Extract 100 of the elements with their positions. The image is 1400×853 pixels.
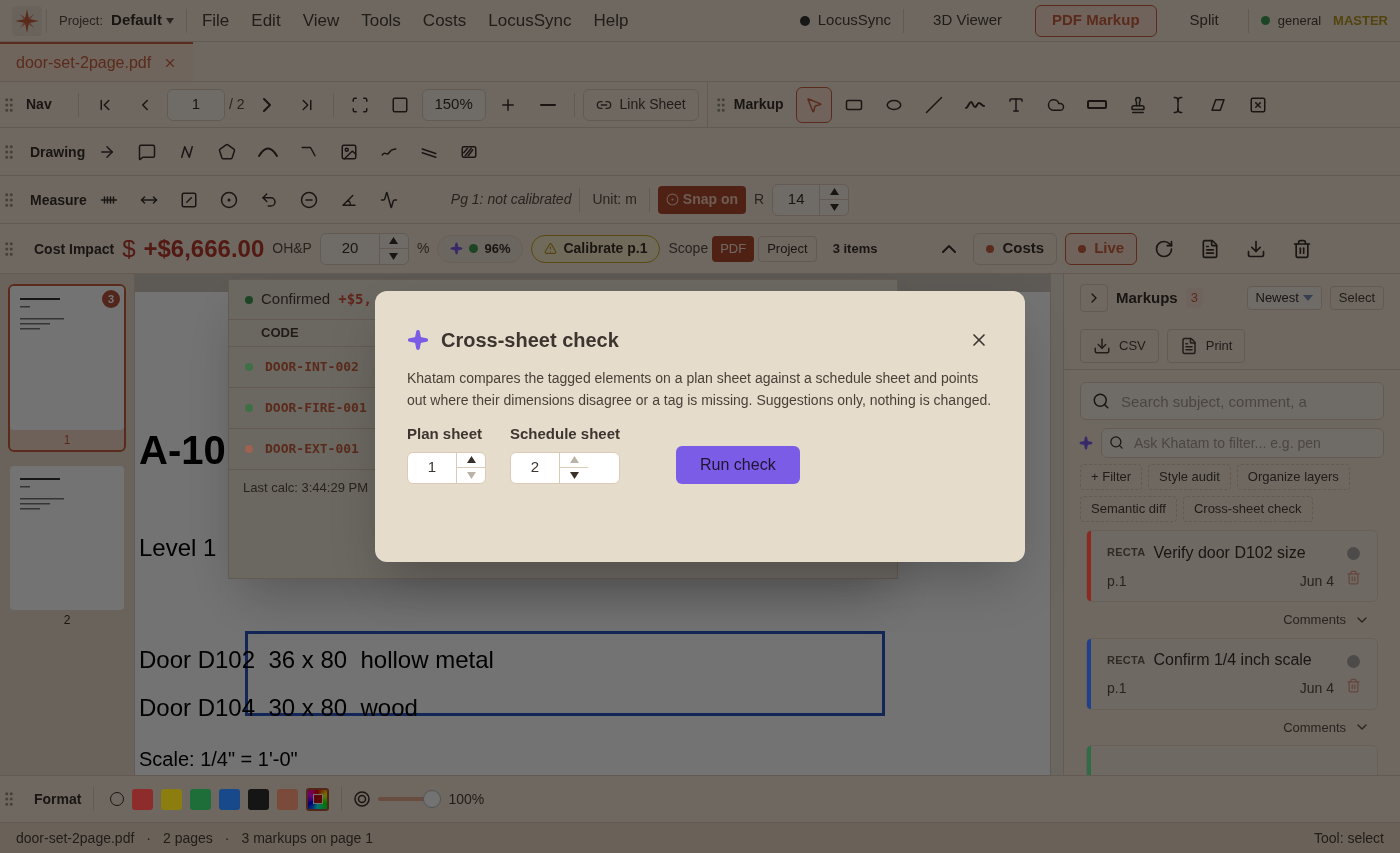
sync-status[interactable]: LocusSync: [791, 4, 900, 37]
menu-item[interactable]: Edit: [240, 4, 292, 37]
action-chip[interactable]: Organize layers: [1236, 464, 1350, 490]
menu-item[interactable]: Costs: [411, 4, 478, 37]
color-swatch[interactable]: [161, 788, 183, 810]
custom-color-swatch[interactable]: [306, 787, 330, 811]
menu-item[interactable]: LocusSync: [477, 4, 583, 37]
page-thumbnail-card[interactable]: 3 1: [8, 284, 126, 452]
document-icon: [1200, 238, 1221, 259]
separator: ·: [224, 828, 230, 848]
color-swatch[interactable]: [219, 788, 241, 810]
markup-card[interactable]: RECTA Confirm 1/4 inch scale p.1 Jun 4: [1086, 637, 1378, 710]
opacity-slider[interactable]: [378, 790, 441, 808]
status-text: 2 pages: [163, 828, 213, 848]
slider-thumb[interactable]: [423, 790, 442, 808]
toolbar-label: Cost Impact: [34, 240, 115, 257]
snap-toggle[interactable]: Snap on: [657, 185, 747, 214]
item-code: DOOR-INT-002: [265, 358, 359, 377]
item-code: DOOR-EXT-001: [265, 440, 359, 459]
download-icon: [1246, 238, 1267, 259]
field-label: Schedule sheet: [510, 424, 621, 444]
radius-label: R: [753, 190, 766, 209]
color-swatch[interactable]: [277, 788, 299, 810]
down-arrow-icon: [829, 203, 839, 211]
toolbar-label: Markup: [733, 95, 785, 114]
opacity-icon: [354, 791, 371, 807]
menu-item[interactable]: Help: [582, 4, 640, 37]
stamp-icon: [1128, 95, 1147, 114]
color-swatch[interactable]: [132, 788, 154, 810]
select-button[interactable]: Select: [1329, 286, 1384, 310]
trash-icon: [1292, 238, 1313, 259]
squiggle-icon: [964, 99, 985, 110]
minus-icon: [539, 102, 556, 107]
zoom-field[interactable]: 150%: [421, 88, 486, 121]
link-sheet-button[interactable]: Link Sheet: [582, 88, 699, 121]
separator: ·: [146, 828, 151, 848]
action-chip[interactable]: Cross-sheet check: [1182, 496, 1313, 522]
scope-tab[interactable]: Project: [758, 235, 817, 262]
snap-icon: [665, 193, 679, 206]
unit-label: Unit: m: [591, 190, 638, 209]
markup-title: Confirm 1/4 inch scale: [1153, 650, 1312, 670]
arc-icon: [258, 146, 279, 157]
column-header: CODE: [261, 324, 299, 343]
menu-item[interactable]: File: [190, 4, 241, 37]
dialog-description: Khatam compares the tagged elements on a plan sheet against a schedule sheet and points out where their dimensions disagree or a tag is missing. Suggestions only, nothing is changed.: [407, 369, 993, 410]
view-tab[interactable]: Split: [1172, 4, 1236, 37]
page-total: / 2: [229, 95, 245, 114]
view-tab[interactable]: 3D Viewer: [916, 4, 1020, 37]
toolbar-label: Measure: [30, 191, 87, 208]
expand-button[interactable]: [1080, 284, 1108, 312]
print-button[interactable]: Print: [1166, 328, 1246, 363]
crossed-box-icon: [1248, 95, 1267, 114]
sheet-spinner[interactable]: 1: [407, 451, 486, 484]
pointer-icon: [804, 95, 823, 114]
fit-page-icon: [350, 95, 369, 114]
sheet-spinner[interactable]: 2: [510, 451, 621, 484]
down-arrow-icon: [569, 471, 579, 479]
run-check-button[interactable]: Run check: [676, 445, 800, 484]
action-chip[interactable]: + Filter: [1080, 464, 1143, 490]
menu-item[interactable]: View: [291, 4, 351, 37]
trash-icon[interactable]: [1346, 677, 1361, 693]
down-arrow-icon: [466, 471, 476, 479]
project-selector[interactable]: Project: Default: [51, 4, 182, 37]
comments-toggle[interactable]: Comments: [1283, 717, 1370, 737]
comments-toggle[interactable]: Comments: [1283, 610, 1370, 630]
costs-button[interactable]: Costs: [973, 232, 1058, 265]
scope-label: Scope: [668, 239, 709, 258]
page-number: 2: [63, 612, 71, 629]
color-swatch[interactable]: [248, 788, 270, 810]
action-chip[interactable]: Style audit: [1148, 464, 1231, 490]
trash-icon[interactable]: [1346, 570, 1361, 585]
select-tool[interactable]: [795, 86, 832, 123]
status-text: 3 markups on page 1: [241, 828, 373, 848]
sort-dropdown[interactable]: Newest: [1246, 286, 1322, 310]
view-tab[interactable]: PDF Markup: [1035, 4, 1157, 37]
app-logo[interactable]: [12, 5, 42, 36]
page-field[interactable]: 1: [167, 88, 225, 121]
page-label: p.1: [1107, 679, 1127, 698]
page-thumbnail[interactable]: [10, 286, 124, 430]
action-chip[interactable]: Semantic diff: [1080, 496, 1177, 522]
scrollbar-track[interactable]: [1050, 274, 1063, 775]
currency-symbol: $: [122, 233, 136, 264]
csv-button[interactable]: CSV: [1080, 328, 1159, 363]
live-toggle[interactable]: Live: [1065, 232, 1138, 265]
cost-amount: +$5,: [338, 290, 372, 309]
line-icon: [924, 95, 943, 114]
menu-item[interactable]: Tools: [350, 4, 412, 37]
sparkle-icon: [1079, 436, 1093, 450]
toolbar-label: Format: [34, 791, 82, 807]
page-label: p.1: [1107, 571, 1127, 591]
page-thumbnail-card[interactable]: 2: [8, 464, 126, 632]
scope-tab[interactable]: PDF: [712, 235, 755, 262]
search-icon: [1109, 435, 1124, 450]
markup-card[interactable]: RECTA Verify door D102 size p.1 Jun 4: [1086, 530, 1378, 602]
up-arrow-icon: [829, 188, 839, 196]
scale-label: Scale: 1/4" = 1'-0": [139, 749, 298, 769]
color-swatch[interactable]: [190, 788, 212, 810]
pentagon-icon: [218, 142, 237, 161]
calibrate-button[interactable]: Calibrate p.1: [531, 234, 661, 263]
page-thumbnail[interactable]: [10, 466, 124, 610]
